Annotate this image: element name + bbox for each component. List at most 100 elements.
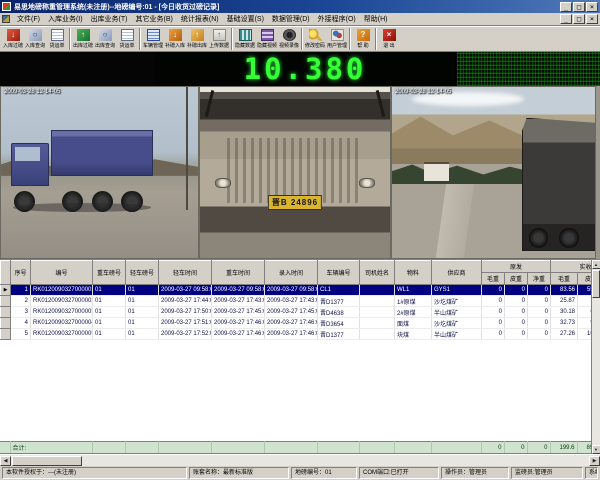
menu-item-4[interactable]: 统计报表(N) — [177, 13, 223, 25]
column-header-entry-time[interactable]: 录入时间 — [265, 261, 318, 285]
license-plate: 晋B 24896 — [268, 195, 322, 210]
led-dot-matrix-panel — [455, 52, 600, 86]
column-header-driver[interactable]: 司机姓名 — [360, 261, 395, 285]
cell — [360, 307, 395, 318]
toolbar-button-7[interactable]: ↓补磅入库 — [164, 27, 186, 51]
cell: 01 — [126, 296, 159, 307]
column-header-heavy-time[interactable]: 重车时间 — [212, 261, 265, 285]
truck-cab — [11, 143, 49, 186]
toolbar-button-14[interactable]: 用户管理 — [326, 27, 348, 51]
cell: 2009-03-27 17:52:00 — [159, 329, 212, 340]
cell — [360, 329, 395, 340]
cell — [264, 442, 317, 454]
cell: WL1 — [395, 285, 432, 296]
horizontal-scroll-thumb[interactable] — [12, 456, 82, 466]
toolbar-button-label: 出库过磅 — [73, 42, 93, 49]
toolbar-button-15[interactable]: ?帮 助 — [352, 27, 374, 51]
menu-item-5[interactable]: 基础设置(S) — [223, 13, 268, 25]
cell: 0 — [528, 329, 551, 340]
cell — [431, 442, 481, 454]
toolbar-button-2[interactable]: 货运单 — [46, 27, 68, 51]
menu-item-7[interactable]: 外接程序(O) — [314, 13, 360, 25]
toolbar-button-1[interactable]: ○入库查询 — [24, 27, 46, 51]
column-header-code[interactable]: 编号 — [31, 261, 93, 285]
mdi-minimize-button[interactable]: _ — [560, 14, 572, 24]
menu-item-0[interactable]: 文件(F) — [13, 13, 44, 25]
menu-items: 文件(F)入库业务(I)出库业务(T)其它业务(B)统计报表(N)基础设置(S)… — [13, 13, 560, 25]
cell — [360, 318, 395, 329]
toolbar-button-0[interactable]: ↓入库过磅 — [2, 27, 24, 51]
mdi-close-button[interactable]: × — [586, 14, 598, 24]
table-row[interactable]: 3RK012009032700000301012009-03-27 17:50:… — [1, 307, 592, 318]
toolbar-button-13[interactable]: 修改密码 — [304, 27, 326, 51]
vertical-scrollbar[interactable]: ▲ ▼ — [591, 260, 600, 454]
maximize-button[interactable]: □ — [573, 2, 585, 12]
minimize-button[interactable]: _ — [560, 2, 572, 12]
vertical-scroll-thumb[interactable] — [592, 270, 600, 298]
column-header-material[interactable]: 物料 — [395, 261, 432, 285]
exit-icon: × — [383, 29, 396, 41]
toolbar-button-6[interactable]: 车辆管理 — [142, 27, 164, 51]
camera-panels: 2009-03-28 12-14-05 晋B 24896 2009-03-28 … — [0, 86, 600, 259]
subheader-gross[interactable]: 毛重 — [482, 273, 505, 285]
menu-item-8[interactable]: 帮助(H) — [360, 13, 392, 25]
subheader-net[interactable]: 净重 — [528, 273, 551, 285]
toolbar-button-5[interactable]: 货运单 — [116, 27, 138, 51]
video-timestamp: 2009-03-28 12-14-05 — [395, 89, 451, 95]
scroll-up-icon[interactable]: ▲ — [592, 260, 600, 269]
subheader-tare[interactable]: 皮重 — [578, 273, 591, 285]
table-row[interactable]: ▶1RK012009032700000101012009-03-27 09:58… — [1, 285, 592, 296]
cell: 1#原煤 — [395, 296, 432, 307]
cell: 27.26 — [551, 329, 578, 340]
close-button[interactable]: × — [586, 2, 598, 12]
menu-item-6[interactable]: 数据管理(D) — [268, 13, 314, 25]
cell: 01 — [126, 318, 159, 329]
toolbar-button-3[interactable]: ↑出库过磅 — [72, 27, 94, 51]
mdi-restore-button[interactable]: □ — [573, 14, 585, 24]
truck-dump-body — [51, 130, 153, 176]
column-header-light-scale[interactable]: 轻车磅号 — [126, 261, 159, 285]
cell: 01 — [93, 318, 126, 329]
cell: 2009-03-27 09:58:00 — [159, 285, 212, 296]
outbound-search-icon: ○ — [99, 29, 112, 41]
column-header-heavy-scale[interactable]: 重车磅号 — [93, 261, 126, 285]
group-header-received: 实收 — [551, 261, 591, 273]
scroll-right-icon[interactable]: ▶ — [589, 456, 600, 466]
toolbar-button-4[interactable]: ○出库查询 — [94, 27, 116, 51]
cell: 01 — [126, 285, 159, 296]
row-marker — [1, 318, 11, 329]
toolbar-button-label: 入库过磅 — [3, 42, 23, 49]
total-original-tare: 0 — [504, 442, 527, 454]
weight-value: 10.380 — [244, 52, 367, 86]
table-row[interactable]: 4RK012009032700000401012009-03-27 17:51:… — [1, 318, 592, 329]
scroll-down-icon[interactable]: ▼ — [592, 445, 600, 454]
toolbar-separator — [375, 28, 377, 50]
toolbar-button-10[interactable]: 隐藏数据 — [234, 27, 256, 51]
menu-item-1[interactable]: 入库业务(I) — [44, 13, 87, 25]
menu-item-3[interactable]: 其它业务(B) — [132, 13, 177, 25]
table-row[interactable]: 2RK012009032700000201012009-03-27 17:44:… — [1, 296, 592, 307]
toolbar-button-label: 用户管理 — [327, 42, 347, 49]
toolbar-button-8[interactable]: ↑补磅出库 — [186, 27, 208, 51]
row-marker — [1, 296, 11, 307]
horizontal-scrollbar[interactable]: ◀ ▶ — [0, 454, 600, 466]
subheader-tare[interactable]: 皮重 — [505, 273, 528, 285]
toolbar-button-11[interactable]: 隐藏视频 — [256, 27, 278, 51]
menu-item-2[interactable]: 出库业务(T) — [87, 13, 132, 25]
inbound-weigh-icon: ↓ — [7, 29, 20, 41]
toolbar-button-16[interactable]: ×退 出 — [378, 27, 400, 51]
cell: 2009-03-27 17:45:00 — [265, 307, 318, 318]
column-header-seq[interactable]: 序号 — [11, 261, 31, 285]
toolbar-button-9[interactable]: ↑上传数据 — [208, 27, 230, 51]
column-header-supplier[interactable]: 供应商 — [432, 261, 482, 285]
cell: 2009-03-27 17:43:00 — [212, 296, 265, 307]
total-original-net: 0 — [527, 442, 550, 454]
column-header-vehicle[interactable]: 车辆编号 — [318, 261, 360, 285]
table-row[interactable]: 5RK012009032700000501012009-03-27 17:52:… — [1, 329, 592, 340]
cell: 0 — [505, 318, 528, 329]
statusbar-segment-5: 监磅员:管理员 — [511, 467, 583, 479]
column-header-light-time[interactable]: 轻车时间 — [159, 261, 212, 285]
toolbar-button-12[interactable]: 视频录像 — [278, 27, 300, 51]
scroll-left-icon[interactable]: ◀ — [0, 456, 11, 466]
subheader-gross[interactable]: 毛重 — [551, 273, 578, 285]
